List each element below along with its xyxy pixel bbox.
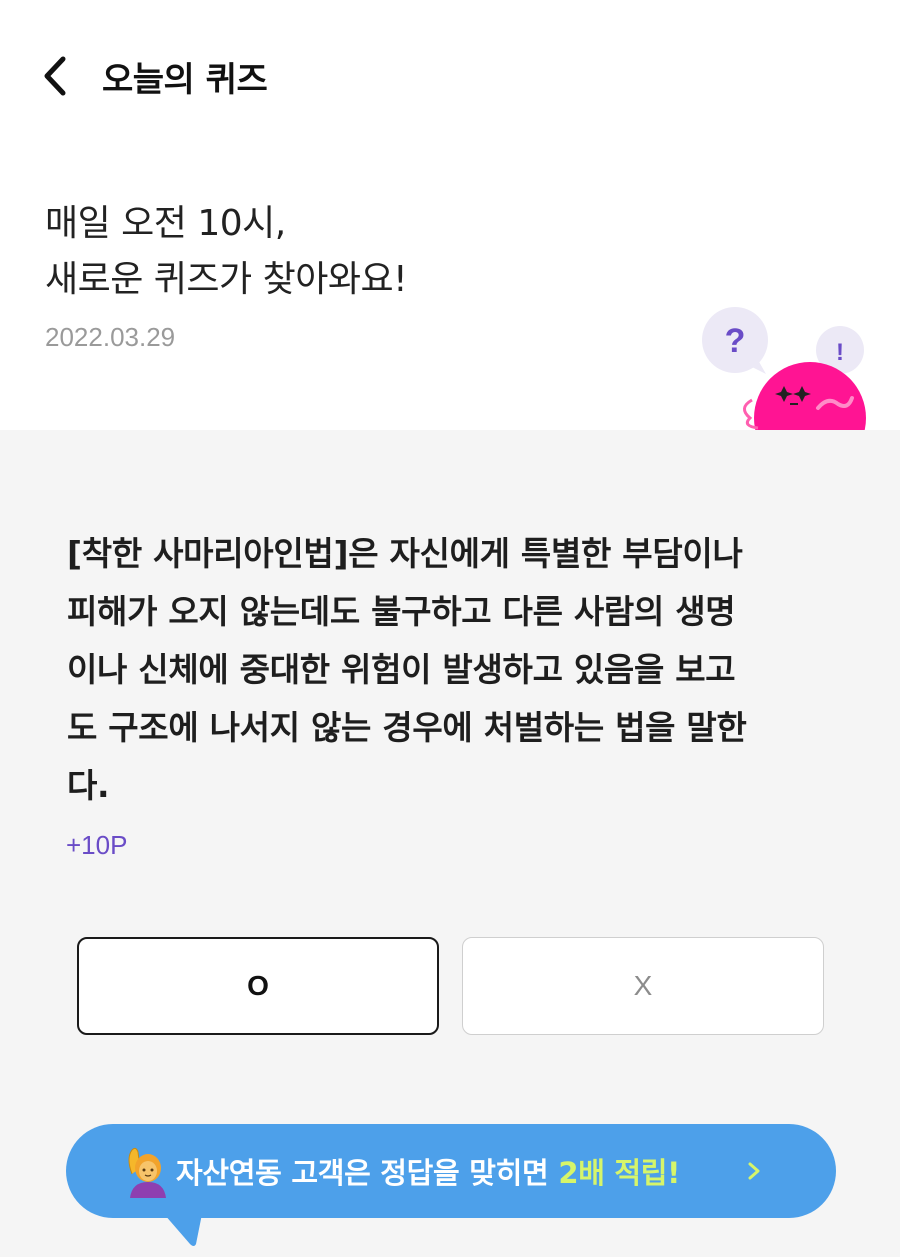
question-line: 이나 신체에 중대한 위험이 발생하고 있음을 보고 (67, 650, 736, 689)
svg-text:?: ? (725, 322, 746, 360)
question-line: 피해가 오지 않는데도 불구하고 다른 사람의 생명 (67, 592, 736, 631)
question-line: [착한 사마리아인법]은 자신에게 특별한 부담이나 (67, 534, 743, 573)
banner-tail (164, 1214, 202, 1246)
raising-hand-emoji-icon (128, 1147, 166, 1198)
back-button[interactable] (30, 48, 80, 104)
quiz-header-section: 오늘의 퀴즈 매일 오전 10시, 새로운 퀴즈가 찾아와요! 2022.03.… (0, 0, 900, 430)
answer-o-button[interactable]: O (77, 937, 439, 1035)
question-line: 도 구조에 나서지 않는 경우에 처벌하는 법을 말한 (67, 708, 747, 747)
chevron-left-icon (44, 56, 66, 96)
svg-text:!: ! (836, 339, 844, 366)
app-header: 오늘의 퀴즈 (0, 0, 900, 150)
page-title: 오늘의 퀴즈 (102, 60, 268, 100)
answer-x-button[interactable]: X (462, 937, 824, 1035)
chevron-right-icon (748, 1162, 760, 1180)
question-line: 다. (67, 766, 110, 805)
double-points-banner[interactable]: 자산연동 고객은 정답을 맞히면 2배 적립! (66, 1124, 836, 1218)
question-bubble-icon: ? (702, 307, 768, 374)
quiz-character-illustration: ? ! (700, 300, 900, 430)
banner-text: 자산연동 고객은 정답을 맞히면 2배 적립! (176, 1124, 680, 1218)
quiz-date: 2022.03.29 (45, 322, 176, 352)
headline-line-1: 매일 오전 10시, (45, 203, 286, 244)
headline-line-2: 새로운 퀴즈가 찾아와요! (45, 259, 408, 300)
banner-highlight: 2배 적립! (558, 1156, 681, 1190)
reward-points: +10P (66, 830, 128, 860)
quiz-headline: 매일 오전 10시, 새로운 퀴즈가 찾아와요! (45, 196, 408, 308)
banner-message: 자산연동 고객은 정답을 맞히면 (176, 1156, 549, 1190)
quiz-body-section: [착한 사마리아인법]은 자신에게 특별한 부담이나 피해가 오지 않는데도 불… (0, 430, 900, 1257)
quiz-question: [착한 사마리아인법]은 자신에게 특별한 부담이나 피해가 오지 않는데도 불… (67, 525, 847, 815)
